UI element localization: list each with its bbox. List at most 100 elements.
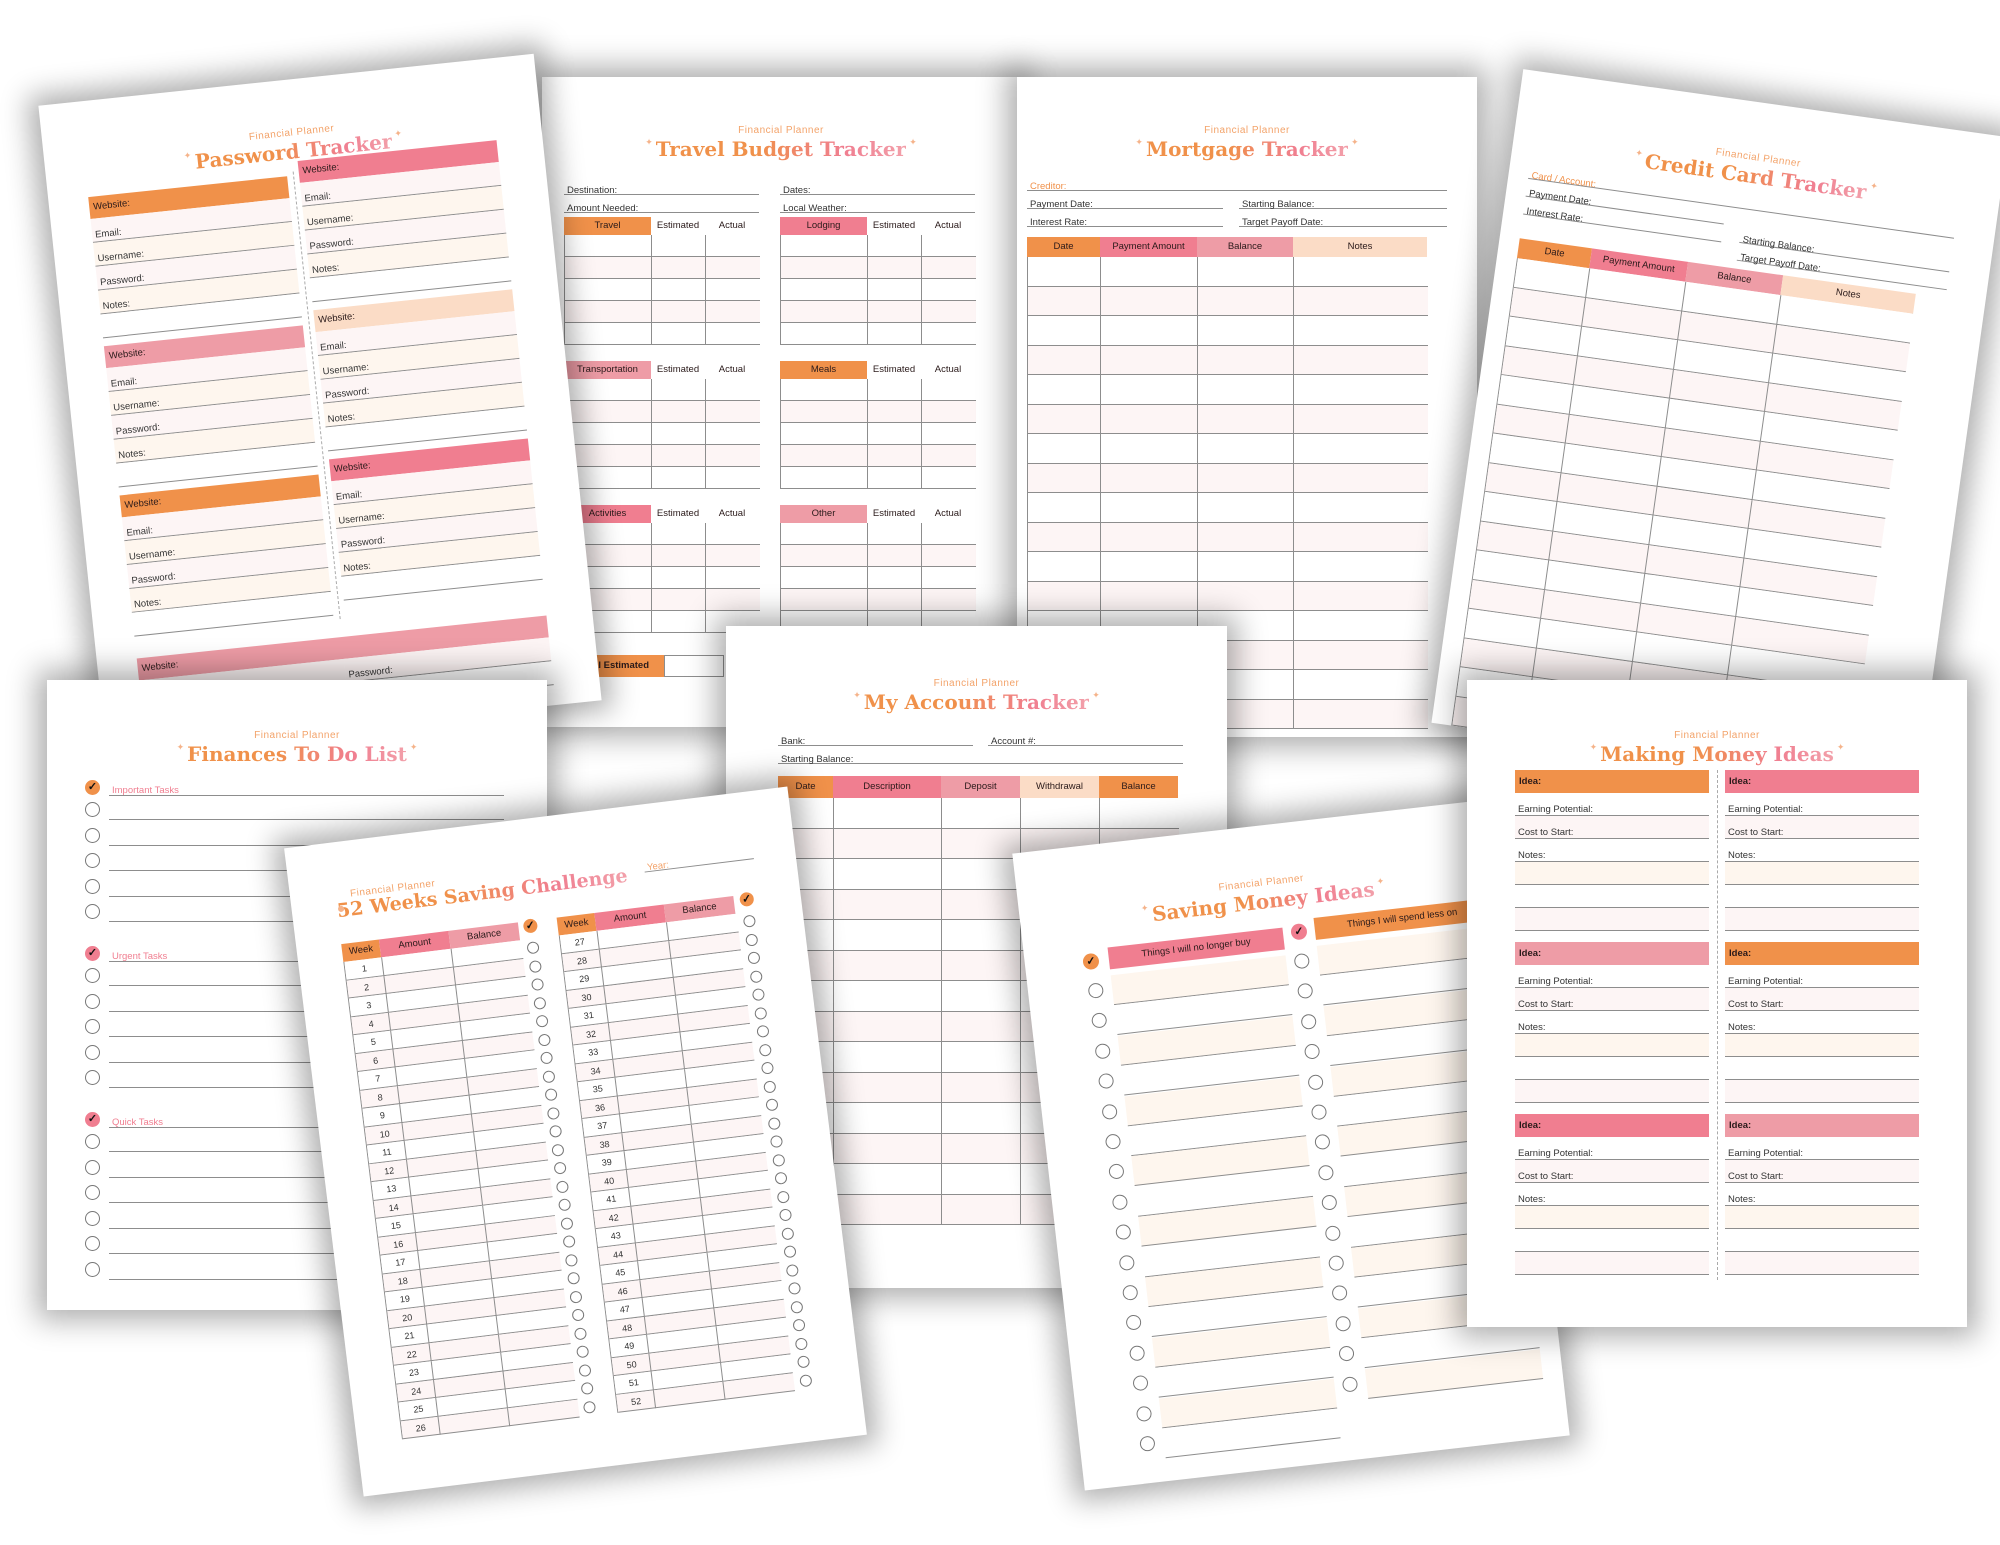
table-cell[interactable] <box>1028 581 1101 611</box>
table-row[interactable] <box>781 235 976 257</box>
table-cell[interactable] <box>1101 522 1198 552</box>
checkbox-circle[interactable] <box>1121 1284 1139 1301</box>
checkbox-circle[interactable] <box>537 1032 552 1047</box>
table-row[interactable] <box>781 279 976 301</box>
table-cell[interactable] <box>565 257 652 279</box>
checkbox-circle[interactable] <box>564 1253 579 1267</box>
table-cell[interactable] <box>1198 286 1294 316</box>
table-row[interactable] <box>565 445 760 467</box>
table-cell[interactable] <box>868 401 922 423</box>
table-row[interactable] <box>565 401 760 423</box>
checkbox-circle[interactable] <box>1321 1194 1338 1212</box>
table-cell[interactable] <box>652 235 706 257</box>
notes-line[interactable] <box>1515 862 1709 885</box>
table-cell[interactable] <box>834 1194 942 1225</box>
checkbox-circle[interactable] <box>1296 982 1314 1000</box>
checkbox-circle[interactable] <box>1310 1103 1328 1121</box>
checkbox-circle[interactable] <box>1125 1314 1142 1332</box>
checkbox-circle[interactable] <box>769 1134 784 1149</box>
checkbox-circle[interactable] <box>1139 1435 1156 1452</box>
checkmark-icon[interactable]: ✓ <box>1082 952 1100 971</box>
checkbox-circle[interactable] <box>555 1179 570 1194</box>
table-cell[interactable] <box>942 1072 1021 1103</box>
cost-to-start-field[interactable]: Cost to Start: <box>1725 816 1919 839</box>
checkbox-circle[interactable] <box>783 1244 797 1259</box>
table-cell[interactable] <box>1198 493 1294 523</box>
checkbox-circle[interactable] <box>1115 1223 1132 1241</box>
checkbox-circle[interactable] <box>546 1106 561 1120</box>
earning-potential-field[interactable]: Earning Potential: <box>1515 965 1709 988</box>
checkbox-circle[interactable] <box>85 904 100 919</box>
table-cell[interactable] <box>652 257 706 279</box>
checkbox-circle[interactable] <box>1094 1042 1112 1060</box>
notes-line[interactable] <box>1515 1229 1709 1252</box>
table-cell[interactable] <box>652 523 706 545</box>
notes-line[interactable] <box>1725 1057 1919 1080</box>
notes-line[interactable] <box>1725 1034 1919 1057</box>
table-cell[interactable] <box>942 798 1021 829</box>
table-row[interactable] <box>779 798 1179 829</box>
table-row[interactable] <box>1028 463 1428 493</box>
creditor-field[interactable]: Creditor: <box>1027 173 1447 192</box>
notes-line[interactable] <box>1515 1252 1709 1275</box>
table-row[interactable] <box>565 545 760 567</box>
table-cell[interactable] <box>942 828 1021 859</box>
table-cell[interactable] <box>942 950 1021 981</box>
table-cell[interactable] <box>942 859 1021 890</box>
table-cell[interactable] <box>1028 552 1101 582</box>
table-cell[interactable] <box>1101 257 1198 287</box>
checkbox-circle[interactable] <box>526 941 540 955</box>
table-cell[interactable] <box>1198 316 1294 346</box>
table-cell[interactable] <box>1101 493 1198 523</box>
table-row[interactable] <box>1028 375 1428 405</box>
table-cell[interactable] <box>565 235 652 257</box>
checkbox-circle[interactable] <box>1317 1164 1335 1181</box>
checkbox-circle[interactable] <box>573 1326 588 1341</box>
checkbox-circle[interactable] <box>796 1355 811 1369</box>
table-cell[interactable] <box>1101 316 1198 346</box>
table-cell[interactable] <box>868 235 922 257</box>
table-row[interactable] <box>565 567 760 589</box>
checkmark-icon[interactable]: ✓ <box>522 918 539 934</box>
table-cell[interactable] <box>1101 552 1198 582</box>
table-cell[interactable] <box>868 279 922 301</box>
checkbox-circle[interactable] <box>781 1226 795 1241</box>
notes-line[interactable] <box>1725 1080 1919 1103</box>
checkbox-circle[interactable] <box>792 1318 806 1332</box>
table-cell[interactable] <box>834 981 942 1012</box>
task-line[interactable] <box>109 796 504 820</box>
table-cell[interactable] <box>1198 434 1294 464</box>
checkbox-circle[interactable] <box>794 1336 808 1351</box>
table-cell[interactable] <box>1101 434 1198 464</box>
table-cell[interactable] <box>781 567 868 589</box>
table-row[interactable] <box>781 379 976 401</box>
checkbox-circle[interactable] <box>754 1006 768 1020</box>
cost-to-start-field[interactable]: Cost to Start: <box>1725 1160 1919 1183</box>
checkbox-circle[interactable] <box>765 1098 779 1112</box>
checkbox-circle[interactable] <box>85 1019 100 1034</box>
notes-field[interactable]: Notes: <box>1725 839 1919 862</box>
table-cell[interactable] <box>868 467 922 489</box>
checkmark-icon[interactable]: ✓ <box>85 1112 100 1127</box>
table-cell[interactable] <box>942 1103 1021 1134</box>
checkbox-circle[interactable] <box>785 1263 799 1277</box>
notes-line[interactable] <box>1515 1206 1709 1229</box>
checkbox-circle[interactable] <box>571 1308 585 1322</box>
table-cell[interactable] <box>868 589 922 611</box>
bank-field[interactable]: Bank: <box>778 728 973 747</box>
checkbox-circle[interactable] <box>772 1153 786 1167</box>
table-cell[interactable] <box>942 981 1021 1012</box>
table-cell[interactable] <box>942 1133 1021 1164</box>
table-cell[interactable] <box>942 1042 1021 1073</box>
table-cell[interactable] <box>781 301 868 323</box>
table-row[interactable] <box>565 301 760 323</box>
table-row[interactable] <box>565 467 760 489</box>
table-cell[interactable] <box>652 567 706 589</box>
checkbox-circle[interactable] <box>1104 1133 1122 1150</box>
starting-balance-field[interactable]: Starting Balance: <box>1239 191 1447 210</box>
table-cell[interactable] <box>834 889 942 920</box>
checkbox-circle[interactable] <box>1327 1254 1345 1272</box>
checkbox-circle[interactable] <box>799 1373 813 1387</box>
checkbox-circle[interactable] <box>535 1014 549 1028</box>
checkbox-circle[interactable] <box>747 951 761 965</box>
